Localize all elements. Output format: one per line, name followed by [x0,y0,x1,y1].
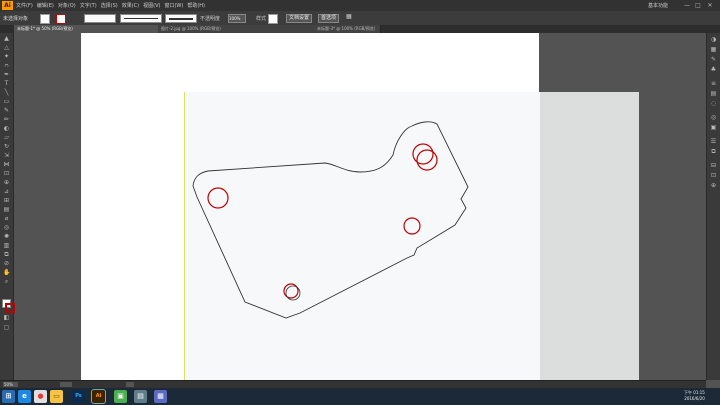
menu-bar: Ai 文件(F) 编辑(E) 对象(O) 文字(T) 选择(S) 效果(C) 视… [0,0,720,11]
status-menu[interactable] [126,382,134,387]
tab-document-3[interactable]: 未标题-3* @ 100% (RGB/预览) [314,25,381,33]
panel-dock: ◑ ▦ ✎ ♣ ≡ ▤ ◌ ◎ ▣ ☰ ⧉ ⊟ ⊡ ⊕ [706,33,720,380]
stroke-profile-field[interactable] [120,14,162,23]
stroke-panel-icon[interactable]: ≡ [710,81,717,87]
artboard-navigator[interactable] [60,382,72,387]
taskbar-illustrator-icon[interactable]: Ai [91,389,106,404]
stroke-color-icon[interactable] [5,303,15,313]
maximize-button[interactable]: □ [694,2,702,9]
transform-panel-icon[interactable]: ⊡ [710,173,717,179]
color-panel-icon[interactable]: ◑ [710,37,717,43]
symbols-panel-icon[interactable]: ♣ [710,67,717,73]
document-setup-button[interactable]: 文档设置 [286,14,313,23]
gradient-tool-icon[interactable]: ▤ [3,207,10,213]
opacity-field[interactable]: 100% [228,14,246,23]
blend-tool-icon[interactable]: ◎ [3,225,10,231]
symbol-sprayer-tool-icon[interactable]: ✺ [3,234,10,240]
draw-mode-icon[interactable]: ◧ [3,315,10,321]
free-transform-tool-icon[interactable]: ⊡ [3,171,10,177]
menu-file[interactable]: 文件(F) [16,2,33,9]
artboard-tool-icon[interactable]: ⧉ [3,252,10,258]
hand-tool-icon[interactable]: ✋ [3,270,10,276]
workspace-switcher[interactable]: 基本功能 [648,2,668,9]
minimize-button[interactable]: — [683,2,691,9]
width-tool-icon[interactable]: ⋈ [3,162,10,168]
blob-brush-tool-icon[interactable]: ◐ [3,126,10,132]
graphic-styles-panel-icon[interactable]: ▣ [710,125,717,131]
preferences-button[interactable]: 首选项 [318,14,340,23]
taskbar-app6-icon[interactable]: ▣ [114,390,127,403]
close-button[interactable]: ✕ [706,2,714,9]
eyedropper-tool-icon[interactable]: ⌀ [3,216,10,222]
menu-window[interactable]: 窗口(W) [164,2,183,9]
selection-status: 未选择对象 [3,16,29,22]
graph-tool-icon[interactable]: ▥ [3,243,10,249]
swatches-panel-icon[interactable]: ▦ [710,47,717,53]
stroke-weight-field[interactable] [84,14,116,23]
menu-edit[interactable]: 编辑(E) [37,2,54,9]
artboards-panel-icon[interactable]: ⧉ [710,149,717,155]
document-tabs: 未标题-1* @ 50% (RGB/预览) 图片-2.jpg @ 100% (R… [0,25,720,33]
rotate-tool-icon[interactable]: ↻ [3,144,10,150]
menu-object[interactable]: 对象(O) [58,2,76,9]
control-bar: 未选择对象 不透明度 100% 样式 文档设置 首选项 ▦ [0,11,720,26]
taskbar-chrome-icon[interactable]: ● [34,390,47,403]
paintbrush-tool-icon[interactable]: ✎ [3,108,10,114]
start-button[interactable]: ⊞ [2,390,15,403]
app-logo: Ai [2,1,13,10]
clock-date: 2016/6/20 [684,396,705,401]
zoom-level-field[interactable]: 50% [3,382,18,387]
mesh-tool-icon[interactable]: ⊞ [3,198,10,204]
style-swatch[interactable] [268,14,278,24]
slice-tool-icon[interactable]: ⊘ [3,261,10,267]
tab-document-2[interactable]: 图片-2.jpg @ 100% (RGB/预览) [158,25,315,33]
taskbar-app8-icon[interactable]: ▦ [154,390,167,403]
zoom-tool-icon[interactable]: ⌕ [3,279,10,285]
pencil-tool-icon[interactable]: ✏ [3,117,10,123]
taskbar-app7-icon[interactable]: ▤ [134,390,147,403]
brush-field[interactable] [165,14,197,23]
menu-effect[interactable]: 效果(C) [122,2,139,9]
menu-list: 文件(F) 编辑(E) 对象(O) 文字(T) 选择(S) 效果(C) 视图(V… [16,2,205,9]
type-tool-icon[interactable]: T [3,81,10,87]
brushes-panel-icon[interactable]: ✎ [710,57,717,63]
rectangle-tool-icon[interactable]: ▭ [3,99,10,105]
menu-help[interactable]: 帮助(H) [187,2,205,9]
tools-panel: ▲ △ ✦ ᴒ ✒ T ╲ ▭ ✎ ✏ ◐ ▱ ↻ ⇲ ⋈ ⊡ ⊕ ⊿ ⊞ ▤ … [0,33,15,380]
windows-taskbar: ⊞ e ● ▭ Ps Ai ▣ ▤ ▦ 下午 01:15 2016/6/20 [0,388,720,405]
magic-wand-tool-icon[interactable]: ✦ [3,54,10,60]
style-label: 样式 [256,16,267,22]
appearance-panel-icon[interactable]: ◎ [710,115,717,121]
align-panel-icon[interactable]: ⊟ [710,163,717,169]
selection-tool-icon[interactable]: ▲ [3,36,10,42]
system-clock[interactable]: 下午 01:15 2016/6/20 [684,390,705,402]
fill-swatch[interactable] [40,14,50,24]
direct-selection-tool-icon[interactable]: △ [3,45,10,51]
perspective-grid-tool-icon[interactable]: ⊿ [3,189,10,195]
taskbar-photoshop-icon[interactable]: Ps [72,390,85,403]
pen-tool-icon[interactable]: ✒ [3,72,10,78]
taskbar-explorer-icon[interactable]: ▭ [50,390,63,403]
eraser-tool-icon[interactable]: ▱ [3,135,10,141]
layers-panel-icon[interactable]: ☰ [710,139,717,145]
lasso-tool-icon[interactable]: ᴒ [3,63,10,69]
shape-builder-tool-icon[interactable]: ⊕ [3,180,10,186]
menu-select[interactable]: 选择(S) [101,2,118,9]
gradient-panel-icon[interactable]: ▤ [710,91,717,97]
screen-mode-icon[interactable]: ▢ [3,325,10,331]
scale-tool-icon[interactable]: ⇲ [3,153,10,159]
placed-image-edge [539,92,639,382]
pathfinder-panel-icon[interactable]: ⊕ [710,183,717,189]
menu-view[interactable]: 视图(V) [143,2,160,9]
taskbar-ie-icon[interactable]: e [18,390,31,403]
placed-scan-image[interactable] [184,92,540,382]
line-tool-icon[interactable]: ╲ [3,90,10,96]
menu-type[interactable]: 文字(T) [80,2,97,9]
tab-document-1[interactable]: 未标题-1* @ 50% (RGB/预览) [14,25,159,33]
arrange-icon[interactable]: ▦ [346,13,352,20]
opacity-label: 不透明度 [200,16,221,22]
transparency-panel-icon[interactable]: ◌ [710,101,717,107]
stroke-swatch[interactable] [56,14,66,24]
